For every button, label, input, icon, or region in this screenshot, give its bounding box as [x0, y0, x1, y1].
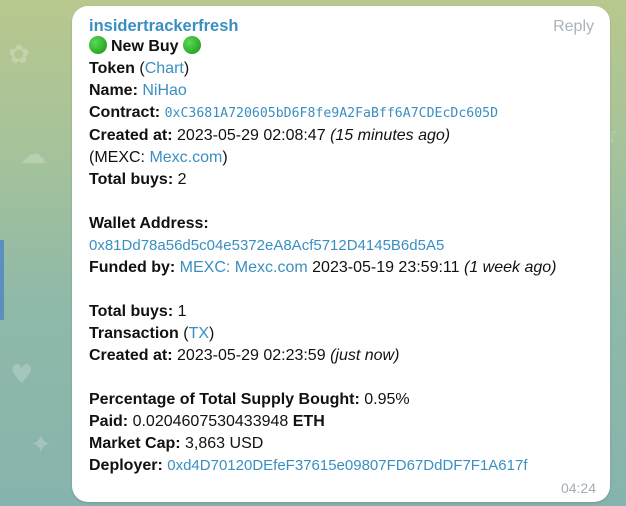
deployer-line: Deployer: 0xd4D70120DEfeF37615e09807FD67…: [89, 455, 596, 477]
green-circle-icon: [89, 36, 107, 54]
doodle-icon: ✦: [30, 430, 52, 460]
wallet-address-line: 0x81Dd78a56d5c04e5372eA8Acf5712D4145B6d5…: [89, 235, 596, 257]
message-title: New Buy: [89, 36, 596, 58]
funded-line: Funded by: MEXC: Mexc.com 2023-05-19 23:…: [89, 257, 596, 279]
contract-label: Contract:: [89, 104, 161, 121]
paid-label: Paid:: [89, 413, 129, 430]
chart-link[interactable]: Chart: [145, 60, 184, 77]
market-cap-line: Market Cap: 3,863 USD: [89, 433, 596, 455]
paid-line: Paid: 0.0204607530433948 ETH: [89, 411, 596, 433]
created-relative: (15 minutes ago): [330, 127, 451, 144]
doodle-icon: ☁: [20, 140, 46, 170]
paid-unit: ETH: [292, 413, 325, 430]
token-label: Token: [89, 60, 135, 77]
contract-address[interactable]: 0xC3681A720605bD6F8fe9A2FaBff6A7CDEcDc60…: [165, 106, 498, 121]
title-text: New Buy: [111, 38, 179, 55]
paren: (: [134, 60, 145, 77]
funded-link[interactable]: MEXC: Mexc.com: [180, 259, 308, 276]
token-name-link[interactable]: NiHao: [142, 82, 186, 99]
message-bubble[interactable]: Reply insidertrackerfresh New Buy Token …: [72, 6, 610, 502]
paren: ): [183, 60, 190, 77]
name-line: Name: NiHao: [89, 80, 596, 102]
deployer-address-link[interactable]: 0xd4D70120DEfeF37615e09807FD67DdDF7F1A61…: [167, 457, 527, 474]
created-value: 2023-05-29 02:23:59: [177, 347, 326, 364]
doodle-icon: ♥: [10, 360, 34, 390]
doodle-icon: ✿: [8, 40, 30, 70]
exchange-prefix: (MEXC:: [89, 149, 150, 166]
wallet-address-link[interactable]: 0x81Dd78a56d5c04e5372eA8Acf5712D4145B6d5…: [89, 237, 444, 254]
total-buys-value: 2: [177, 171, 187, 188]
created-tx-line: Created at: 2023-05-29 02:23:59 (just no…: [89, 345, 596, 367]
paren: (: [178, 325, 189, 342]
paren: ): [209, 325, 215, 342]
percentage-line: Percentage of Total Supply Bought: 0.95%: [89, 389, 596, 411]
total-buys-label: Total buys:: [89, 303, 174, 320]
funded-relative: (1 week ago): [463, 259, 557, 276]
transaction-label: Transaction: [89, 325, 179, 342]
percentage-value: 0.95%: [364, 391, 410, 408]
reply-button[interactable]: Reply: [553, 18, 594, 36]
created-relative: (just now): [330, 347, 400, 364]
wallet-label-line: Wallet Address:: [89, 213, 596, 235]
total-buys-wallet-line: Total buys: 1: [89, 301, 596, 323]
token-line: Token (Chart): [89, 58, 596, 80]
side-indicator: [0, 240, 4, 320]
total-buys-token-line: Total buys: 2: [89, 169, 596, 191]
total-buys-value: 1: [177, 303, 187, 320]
created-token-line: Created at: 2023-05-29 02:08:47 (15 minu…: [89, 125, 596, 147]
wallet-label: Wallet Address:: [89, 215, 209, 232]
market-cap-label: Market Cap:: [89, 435, 181, 452]
created-label: Created at:: [89, 347, 173, 364]
created-value: 2023-05-29 02:08:47: [177, 127, 326, 144]
deployer-label: Deployer:: [89, 457, 163, 474]
mexc-link[interactable]: Mexc.com: [149, 149, 222, 166]
message-time: 04:24: [560, 480, 596, 496]
funded-label: Funded by:: [89, 259, 176, 276]
exchange-suffix: ): [222, 149, 228, 166]
green-circle-icon: [182, 36, 201, 54]
market-cap-value: 3,863 USD: [185, 435, 264, 452]
percentage-label: Percentage of Total Supply Bought:: [89, 391, 360, 408]
funded-date: 2023-05-19 23:59:11: [312, 259, 460, 276]
total-buys-label: Total buys:: [89, 171, 174, 188]
paid-value: 0.0204607530433948: [132, 413, 289, 430]
name-label: Name:: [89, 82, 138, 99]
transaction-line: Transaction (TX): [89, 323, 596, 345]
exchange-line: (MEXC: Mexc.com): [89, 147, 596, 169]
created-label: Created at:: [89, 127, 173, 144]
tx-link[interactable]: TX: [189, 325, 209, 342]
sender-name[interactable]: insidertrackerfresh: [89, 16, 596, 36]
contract-line: Contract: 0xC3681A720605bD6F8fe9A2FaBff6…: [89, 102, 596, 125]
